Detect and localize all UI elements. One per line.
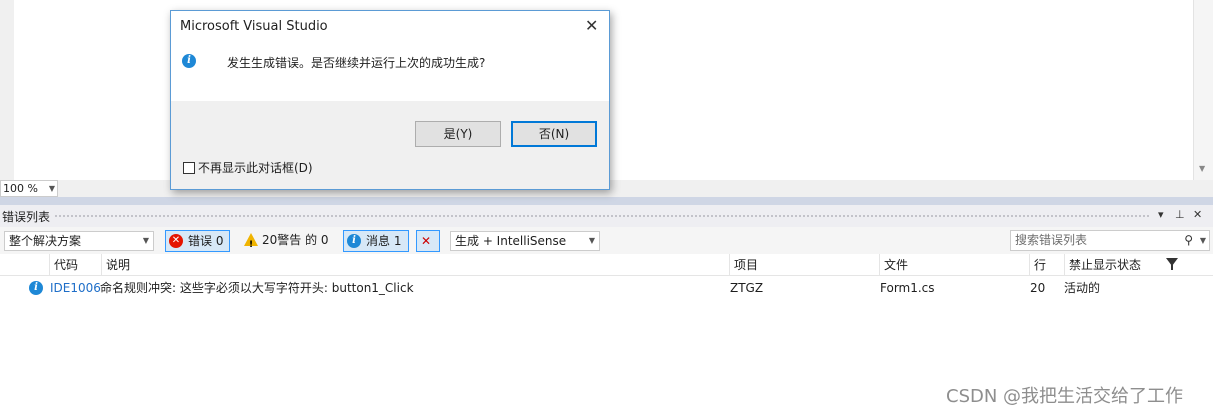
search-icon[interactable]: ⚲ [1184, 231, 1193, 250]
column-header-line[interactable]: 行 [1029, 254, 1064, 276]
info-icon: i [29, 281, 43, 295]
errors-label: 错误 0 [188, 234, 224, 248]
row-suppression: 活动的 [1064, 281, 1101, 295]
zoom-combo[interactable]: 100 % ▼ [0, 180, 58, 197]
messages-label: 消息 1 [366, 234, 402, 248]
row-file: Form1.cs [880, 281, 935, 295]
dont-show-label: 不再显示此对话框(D) [198, 161, 313, 175]
checkbox-box[interactable] [183, 162, 195, 174]
table-row[interactable]: i IDE1006 命名规则冲突: 这些字必须以大写字符开头: button1_… [0, 278, 1213, 298]
messages-filter-button[interactable]: i 消息 1 [343, 230, 409, 252]
chevron-down-icon: ▼ [588, 236, 595, 245]
pin-icon[interactable]: ⊥ [1175, 208, 1185, 221]
chevron-down-icon: ▼ [142, 236, 149, 245]
scope-combo[interactable]: 整个解决方案 ▼ [4, 231, 154, 251]
source-value: 生成 + IntelliSense [455, 234, 567, 248]
error-list-toolbar: 整个解决方案 ▼ ✕ 错误 0 ! 20警告 的 0 i 消息 1 ✕ 生成 +… [0, 227, 1213, 254]
chevron-down-icon: ▼ [48, 184, 55, 193]
warnings-label: 20警告 的 0 [262, 233, 329, 247]
filter-clear-icon: ✕ [421, 234, 432, 248]
sort-column-header[interactable] [25, 254, 49, 276]
row-description: 命名规则冲突: 这些字必须以大写字符开头: button1_Click [100, 281, 414, 295]
error-icon: ✕ [169, 234, 183, 248]
header-grip [54, 214, 1150, 219]
watermark: CSDN @我把生活交给了工作 [946, 386, 1184, 407]
close-icon[interactable]: ✕ [1193, 208, 1202, 221]
error-list-title: 错误列表 [2, 210, 51, 224]
chevron-down-icon[interactable]: ▼ [1200, 231, 1206, 250]
dialog-title: Microsoft Visual Studio [180, 19, 328, 34]
column-header-code[interactable]: 代码 [49, 254, 101, 276]
zoom-value: 100 % [3, 182, 38, 195]
table-header: 代码 说明 项目 文件 行 禁止显示状态 [0, 254, 1213, 276]
warning-icon: ! [244, 233, 258, 250]
dialog-titlebar[interactable]: Microsoft Visual Studio ✕ [171, 11, 609, 41]
dont-show-checkbox[interactable]: 不再显示此对话框(D) [183, 159, 313, 176]
row-code[interactable]: IDE1006 [50, 278, 101, 298]
clear-filter-button[interactable]: ✕ [416, 230, 440, 252]
search-placeholder: 搜索错误列表 [1015, 233, 1088, 247]
dialog-body: i 发生生成错误。是否继续并运行上次的成功生成? 是(Y) 否(N) 不再显示此… [171, 41, 609, 189]
scope-value: 整个解决方案 [9, 234, 82, 248]
editor-gutter [0, 0, 14, 180]
row-line: 20 [1030, 281, 1046, 295]
info-icon: i [347, 234, 361, 248]
window-dropdown-icon[interactable]: ▾ [1158, 208, 1164, 221]
dialog-message-area: i 发生生成错误。是否继续并运行上次的成功生成? [171, 41, 609, 101]
error-list-header: 错误列表 ▾ ⊥ ✕ [0, 205, 1213, 227]
column-header-file[interactable]: 文件 [879, 254, 1029, 276]
errors-filter-button[interactable]: ✕ 错误 0 [165, 230, 230, 252]
row-project: ZTGZ [730, 281, 764, 295]
filter-icon[interactable] [1166, 258, 1178, 270]
message-dialog: Microsoft Visual Studio ✕ i 发生生成错误。是否继续并… [170, 10, 610, 190]
close-icon[interactable]: ✕ [585, 16, 598, 35]
panel-splitter[interactable] [0, 197, 1213, 205]
warnings-filter-button[interactable]: ! 20警告 的 0 [240, 230, 336, 252]
dialog-message: 发生生成错误。是否继续并运行上次的成功生成? [227, 56, 486, 70]
scroll-down-icon[interactable]: ▼ [1199, 164, 1205, 173]
column-header-project[interactable]: 项目 [729, 254, 879, 276]
source-combo[interactable]: 生成 + IntelliSense ▼ [450, 231, 600, 251]
search-input[interactable]: 搜索错误列表 ⚲ ▼ [1010, 230, 1210, 251]
no-button[interactable]: 否(N) [511, 121, 597, 147]
editor-vertical-scrollbar[interactable]: ▼ [1193, 0, 1213, 180]
yes-button[interactable]: 是(Y) [415, 121, 501, 147]
column-header-description[interactable]: 说明 [101, 254, 729, 276]
info-icon: i [182, 54, 196, 68]
